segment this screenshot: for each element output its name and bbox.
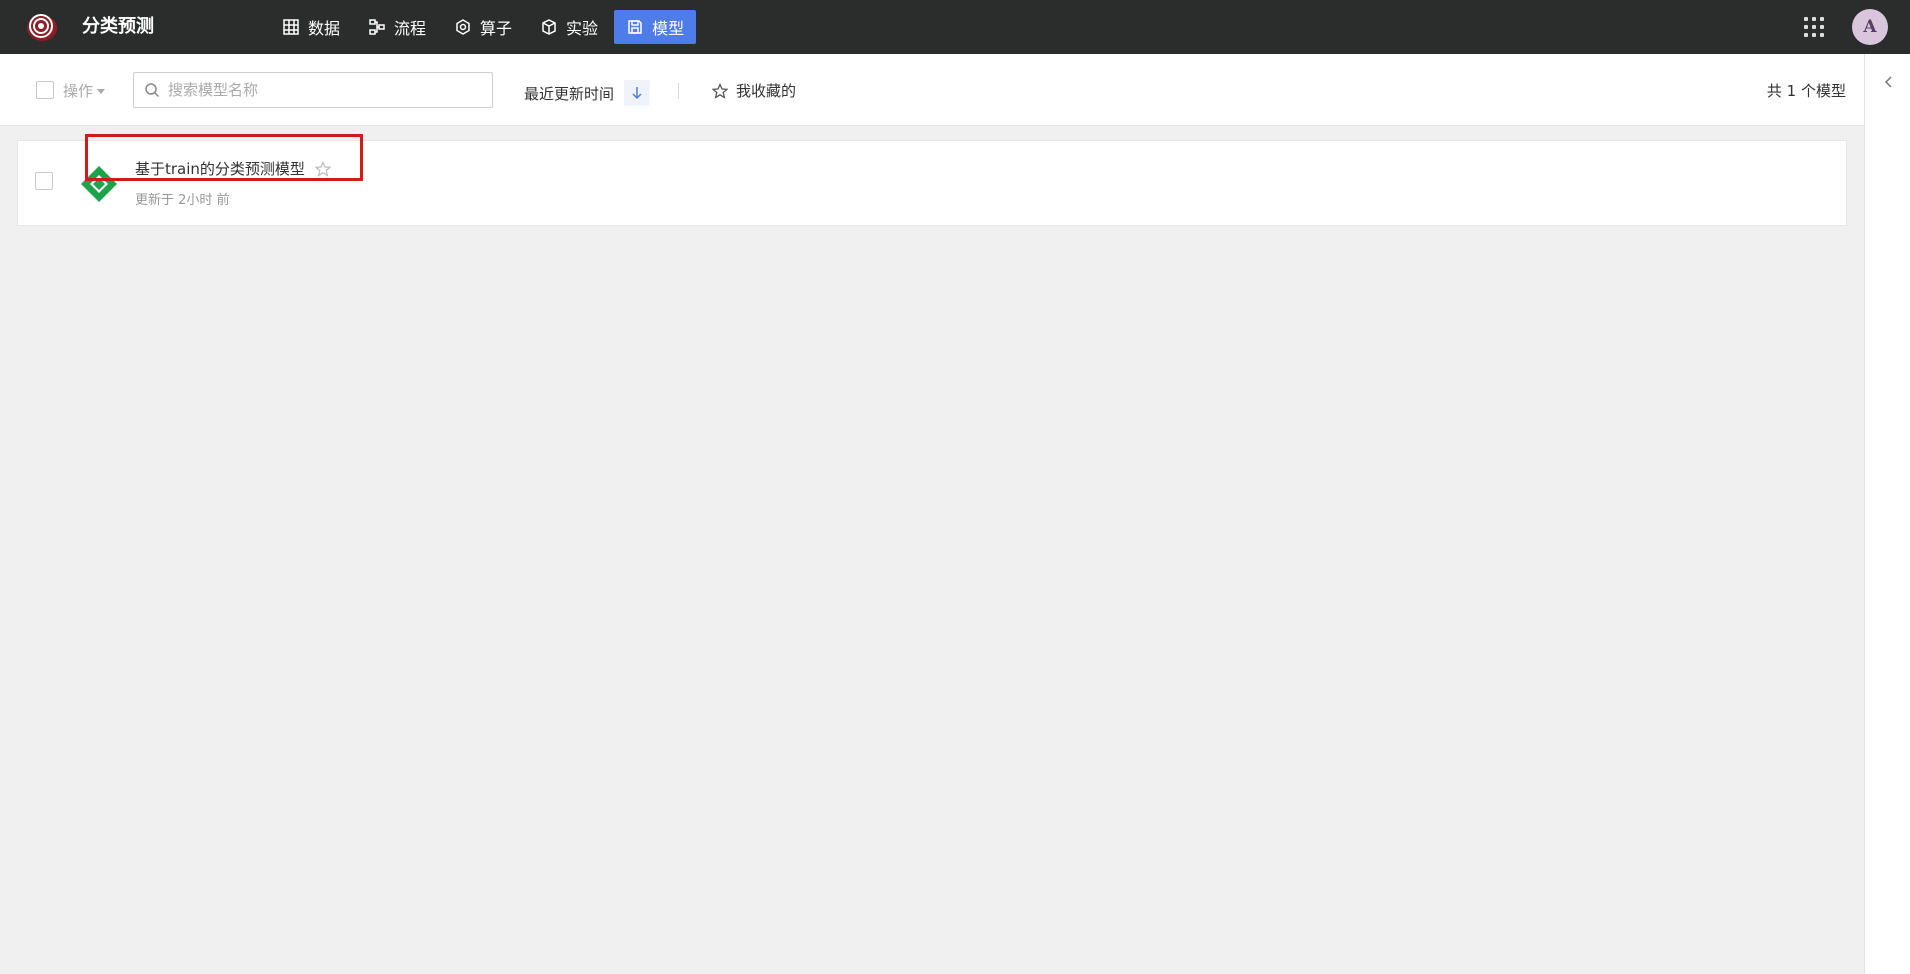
save-icon (628, 20, 642, 34)
search-box[interactable] (133, 72, 493, 108)
search-icon (145, 83, 160, 98)
ops-label: 操作 (63, 82, 94, 100)
sort-control[interactable]: 最近更新时间 (524, 80, 651, 106)
avatar[interactable]: A (1852, 9, 1888, 45)
nav-item-label: 流程 (394, 19, 427, 38)
caret-down-icon (97, 89, 106, 94)
sort-label: 最近更新时间 (524, 84, 615, 103)
divider (678, 83, 679, 99)
table-icon (283, 19, 299, 35)
favorites-filter[interactable]: 我收藏的 (712, 80, 796, 101)
app-title: 分类预测 (82, 16, 154, 37)
nav-item-model[interactable]: 模型 (614, 10, 697, 44)
spiral-logo-icon[interactable] (24, 11, 60, 43)
nav-item-label: 数据 (308, 19, 341, 38)
flow-icon (369, 19, 385, 35)
nav-item-data[interactable]: 数据 (270, 10, 352, 44)
ops-dropdown[interactable]: 操作 (63, 80, 106, 101)
chevron-left-icon[interactable] (1883, 74, 1895, 90)
sort-direction-button[interactable] (624, 80, 651, 106)
row-checkbox[interactable] (35, 172, 53, 190)
model-updated-time: 更新于 2小时 前 (135, 193, 230, 208)
hexagon-icon (456, 19, 470, 35)
right-side-panel (1864, 54, 1910, 974)
model-name[interactable]: 基于train的分类预测模型 (135, 158, 305, 179)
model-count: 共 1 个模型 (1766, 82, 1846, 100)
list-toolbar: 操作 最近更新时间 我收藏的 共 1 个模型 (0, 54, 1864, 126)
model-list: 基于train的分类预测模型 更新于 2小时 前 (0, 126, 1864, 974)
top-navbar: 分类预测 数据 流程 算子 实验 模型 A (0, 0, 1910, 54)
grid-apps-icon[interactable] (1804, 17, 1824, 37)
nav-item-label: 实验 (566, 19, 599, 38)
arrow-down-icon (632, 87, 642, 100)
star-icon[interactable] (314, 160, 331, 177)
nav-item-flow[interactable]: 流程 (356, 10, 438, 44)
nav-item-label: 算子 (480, 19, 513, 38)
model-diamond-icon (81, 166, 117, 202)
nav-item-label: 模型 (652, 19, 685, 38)
model-name-row: 基于train的分类预测模型 (135, 158, 331, 179)
cube-icon (542, 19, 556, 35)
star-icon (712, 82, 728, 99)
main-nav: 数据 流程 算子 实验 模型 (270, 10, 697, 44)
nav-item-operator[interactable]: 算子 (442, 10, 524, 44)
list-item[interactable]: 基于train的分类预测模型 更新于 2小时 前 (17, 140, 1847, 226)
nav-item-experiment[interactable]: 实验 (528, 10, 610, 44)
favorites-label: 我收藏的 (736, 82, 797, 100)
select-all-checkbox[interactable] (36, 81, 54, 99)
search-input[interactable] (168, 81, 468, 99)
